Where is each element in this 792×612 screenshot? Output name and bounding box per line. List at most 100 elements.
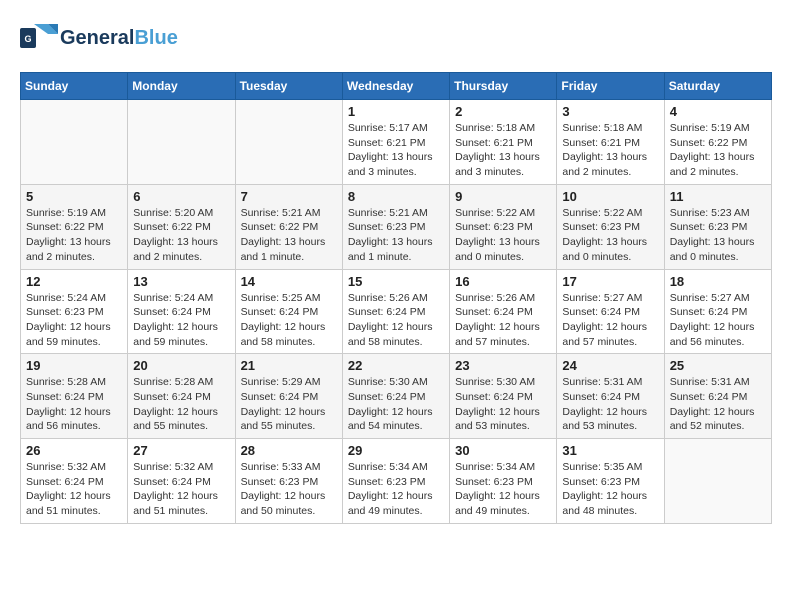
day-number: 28	[241, 443, 337, 458]
day-number: 10	[562, 189, 658, 204]
calendar-cell: 14 Sunrise: 5:25 AM Sunset: 6:24 PM Dayli…	[235, 269, 342, 354]
calendar-cell: 7 Sunrise: 5:21 AM Sunset: 6:22 PM Daylig…	[235, 184, 342, 269]
logo-icon: G	[20, 20, 58, 56]
day-number: 30	[455, 443, 551, 458]
logo-text: GeneralBlue	[60, 27, 178, 49]
calendar-cell: 17 Sunrise: 5:27 AM Sunset: 6:24 PM Dayli…	[557, 269, 664, 354]
calendar-cell: 27 Sunrise: 5:32 AM Sunset: 6:24 PM Dayli…	[128, 439, 235, 524]
day-number: 6	[133, 189, 229, 204]
day-info: Sunrise: 5:24 AM Sunset: 6:24 PM Dayligh…	[133, 291, 229, 350]
calendar-cell: 3 Sunrise: 5:18 AM Sunset: 6:21 PM Daylig…	[557, 100, 664, 185]
day-info: Sunrise: 5:34 AM Sunset: 6:23 PM Dayligh…	[455, 460, 551, 519]
day-number: 31	[562, 443, 658, 458]
day-info: Sunrise: 5:17 AM Sunset: 6:21 PM Dayligh…	[348, 121, 444, 180]
day-number: 14	[241, 274, 337, 289]
dow-tuesday: Tuesday	[235, 73, 342, 100]
day-info: Sunrise: 5:33 AM Sunset: 6:23 PM Dayligh…	[241, 460, 337, 519]
calendar-week-4: 19Sunrise: 5:28 AM Sunset: 6:24 PM Dayli…	[21, 354, 772, 439]
day-info: Sunrise: 5:25 AM Sunset: 6:24 PM Dayligh…	[241, 291, 337, 350]
day-info: Sunrise: 5:26 AM Sunset: 6:24 PM Dayligh…	[348, 291, 444, 350]
day-number: 17	[562, 274, 658, 289]
calendar-cell: 24Sunrise: 5:31 AM Sunset: 6:24 PM Dayli…	[557, 354, 664, 439]
calendar-cell: 30 Sunrise: 5:34 AM Sunset: 6:23 PM Dayli…	[450, 439, 557, 524]
day-number: 25	[670, 358, 766, 373]
day-number: 29	[348, 443, 444, 458]
calendar-cell: 1 Sunrise: 5:17 AM Sunset: 6:21 PM Daylig…	[342, 100, 449, 185]
calendar-week-1: 1 Sunrise: 5:17 AM Sunset: 6:21 PM Daylig…	[21, 100, 772, 185]
days-of-week-header: SundayMondayTuesdayWednesdayThursdayFrid…	[21, 73, 772, 100]
day-number: 7	[241, 189, 337, 204]
calendar-cell: 26 Sunrise: 5:32 AM Sunset: 6:24 PM Dayli…	[21, 439, 128, 524]
calendar-table: SundayMondayTuesdayWednesdayThursdayFrid…	[20, 72, 772, 524]
day-number: 23	[455, 358, 551, 373]
calendar-cell: 19Sunrise: 5:28 AM Sunset: 6:24 PM Dayli…	[21, 354, 128, 439]
day-info: Sunrise: 5:20 AM Sunset: 6:22 PM Dayligh…	[133, 206, 229, 265]
calendar-cell: 9 Sunrise: 5:22 AM Sunset: 6:23 PM Daylig…	[450, 184, 557, 269]
calendar-week-2: 5Sunrise: 5:19 AM Sunset: 6:22 PM Daylig…	[21, 184, 772, 269]
day-number: 2	[455, 104, 551, 119]
day-number: 22	[348, 358, 444, 373]
calendar-cell: 16Sunrise: 5:26 AM Sunset: 6:24 PM Dayli…	[450, 269, 557, 354]
day-number: 12	[26, 274, 122, 289]
day-info: Sunrise: 5:28 AM Sunset: 6:24 PM Dayligh…	[133, 375, 229, 434]
dow-friday: Friday	[557, 73, 664, 100]
calendar-cell	[235, 100, 342, 185]
day-number: 1	[348, 104, 444, 119]
day-info: Sunrise: 5:21 AM Sunset: 6:23 PM Dayligh…	[348, 206, 444, 265]
day-info: Sunrise: 5:21 AM Sunset: 6:22 PM Dayligh…	[241, 206, 337, 265]
calendar-cell: 18Sunrise: 5:27 AM Sunset: 6:24 PM Dayli…	[664, 269, 771, 354]
day-number: 9	[455, 189, 551, 204]
day-info: Sunrise: 5:22 AM Sunset: 6:23 PM Dayligh…	[455, 206, 551, 265]
day-info: Sunrise: 5:34 AM Sunset: 6:23 PM Dayligh…	[348, 460, 444, 519]
day-number: 27	[133, 443, 229, 458]
day-info: Sunrise: 5:27 AM Sunset: 6:24 PM Dayligh…	[670, 291, 766, 350]
calendar-cell: 31 Sunrise: 5:35 AM Sunset: 6:23 PM Dayli…	[557, 439, 664, 524]
calendar-cell: 11 Sunrise: 5:23 AM Sunset: 6:23 PM Dayli…	[664, 184, 771, 269]
day-number: 15	[348, 274, 444, 289]
day-info: Sunrise: 5:32 AM Sunset: 6:24 PM Dayligh…	[26, 460, 122, 519]
calendar-cell: 15 Sunrise: 5:26 AM Sunset: 6:24 PM Dayli…	[342, 269, 449, 354]
day-info: Sunrise: 5:22 AM Sunset: 6:23 PM Dayligh…	[562, 206, 658, 265]
day-number: 8	[348, 189, 444, 204]
day-number: 5	[26, 189, 122, 204]
calendar-cell: 25Sunrise: 5:31 AM Sunset: 6:24 PM Dayli…	[664, 354, 771, 439]
day-number: 16	[455, 274, 551, 289]
dow-wednesday: Wednesday	[342, 73, 449, 100]
dow-thursday: Thursday	[450, 73, 557, 100]
calendar-cell: 29 Sunrise: 5:34 AM Sunset: 6:23 PM Dayli…	[342, 439, 449, 524]
day-info: Sunrise: 5:35 AM Sunset: 6:23 PM Dayligh…	[562, 460, 658, 519]
calendar-cell	[664, 439, 771, 524]
calendar-cell: 4 Sunrise: 5:19 AM Sunset: 6:22 PM Daylig…	[664, 100, 771, 185]
day-info: Sunrise: 5:32 AM Sunset: 6:24 PM Dayligh…	[133, 460, 229, 519]
calendar-week-5: 26 Sunrise: 5:32 AM Sunset: 6:24 PM Dayli…	[21, 439, 772, 524]
day-info: Sunrise: 5:24 AM Sunset: 6:23 PM Dayligh…	[26, 291, 122, 350]
day-info: Sunrise: 5:23 AM Sunset: 6:23 PM Dayligh…	[670, 206, 766, 265]
calendar-cell: 6 Sunrise: 5:20 AM Sunset: 6:22 PM Daylig…	[128, 184, 235, 269]
day-number: 13	[133, 274, 229, 289]
calendar-cell: 21 Sunrise: 5:29 AM Sunset: 6:24 PM Dayli…	[235, 354, 342, 439]
day-number: 11	[670, 189, 766, 204]
calendar-cell: 5Sunrise: 5:19 AM Sunset: 6:22 PM Daylig…	[21, 184, 128, 269]
day-number: 20	[133, 358, 229, 373]
day-info: Sunrise: 5:19 AM Sunset: 6:22 PM Dayligh…	[670, 121, 766, 180]
day-number: 3	[562, 104, 658, 119]
calendar-cell: 13 Sunrise: 5:24 AM Sunset: 6:24 PM Dayli…	[128, 269, 235, 354]
day-number: 4	[670, 104, 766, 119]
day-info: Sunrise: 5:31 AM Sunset: 6:24 PM Dayligh…	[562, 375, 658, 434]
day-info: Sunrise: 5:28 AM Sunset: 6:24 PM Dayligh…	[26, 375, 122, 434]
day-info: Sunrise: 5:30 AM Sunset: 6:24 PM Dayligh…	[348, 375, 444, 434]
calendar-cell: 10 Sunrise: 5:22 AM Sunset: 6:23 PM Dayli…	[557, 184, 664, 269]
day-info: Sunrise: 5:27 AM Sunset: 6:24 PM Dayligh…	[562, 291, 658, 350]
day-info: Sunrise: 5:18 AM Sunset: 6:21 PM Dayligh…	[562, 121, 658, 180]
dow-saturday: Saturday	[664, 73, 771, 100]
calendar-cell: 23Sunrise: 5:30 AM Sunset: 6:24 PM Dayli…	[450, 354, 557, 439]
calendar-cell: 28 Sunrise: 5:33 AM Sunset: 6:23 PM Dayli…	[235, 439, 342, 524]
day-info: Sunrise: 5:29 AM Sunset: 6:24 PM Dayligh…	[241, 375, 337, 434]
calendar-cell: 22 Sunrise: 5:30 AM Sunset: 6:24 PM Dayli…	[342, 354, 449, 439]
day-number: 26	[26, 443, 122, 458]
day-number: 21	[241, 358, 337, 373]
calendar-week-3: 12 Sunrise: 5:24 AM Sunset: 6:23 PM Dayli…	[21, 269, 772, 354]
day-info: Sunrise: 5:18 AM Sunset: 6:21 PM Dayligh…	[455, 121, 551, 180]
calendar-cell: 8 Sunrise: 5:21 AM Sunset: 6:23 PM Daylig…	[342, 184, 449, 269]
dow-sunday: Sunday	[21, 73, 128, 100]
